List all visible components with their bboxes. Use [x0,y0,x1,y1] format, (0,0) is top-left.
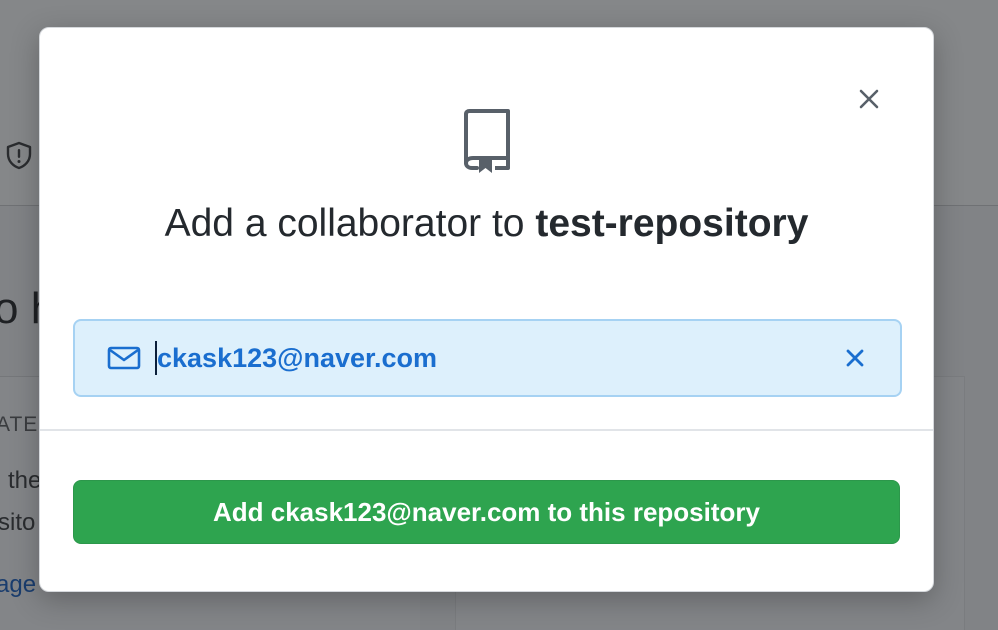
close-button[interactable] [855,85,883,113]
add-collaborator-button[interactable]: Add ckask123@naver.com to this repositor… [73,480,900,544]
selected-collaborator-field[interactable]: ckask123@naver.com [73,319,902,397]
background-text: the [8,467,42,494]
collaborator-email: ckask123@naver.com [157,343,438,373]
repo-icon [464,109,510,173]
dialog-title-prefix: Add a collaborator to [164,202,536,245]
background-text: sito [0,509,36,536]
clear-selection-button[interactable] [842,345,868,371]
shield-icon [6,141,32,170]
add-collaborator-dialog: Add a collaborator to test-repository ck… [39,27,934,592]
close-icon [859,89,879,109]
background-section-label: ATE [0,413,39,436]
mail-icon [107,346,141,370]
dialog-title: Add a collaborator to test-repository [40,202,933,246]
clear-icon [846,349,864,367]
dialog-divider [40,429,933,431]
repository-name: test-repository [535,202,809,245]
background-link: age [0,571,37,598]
